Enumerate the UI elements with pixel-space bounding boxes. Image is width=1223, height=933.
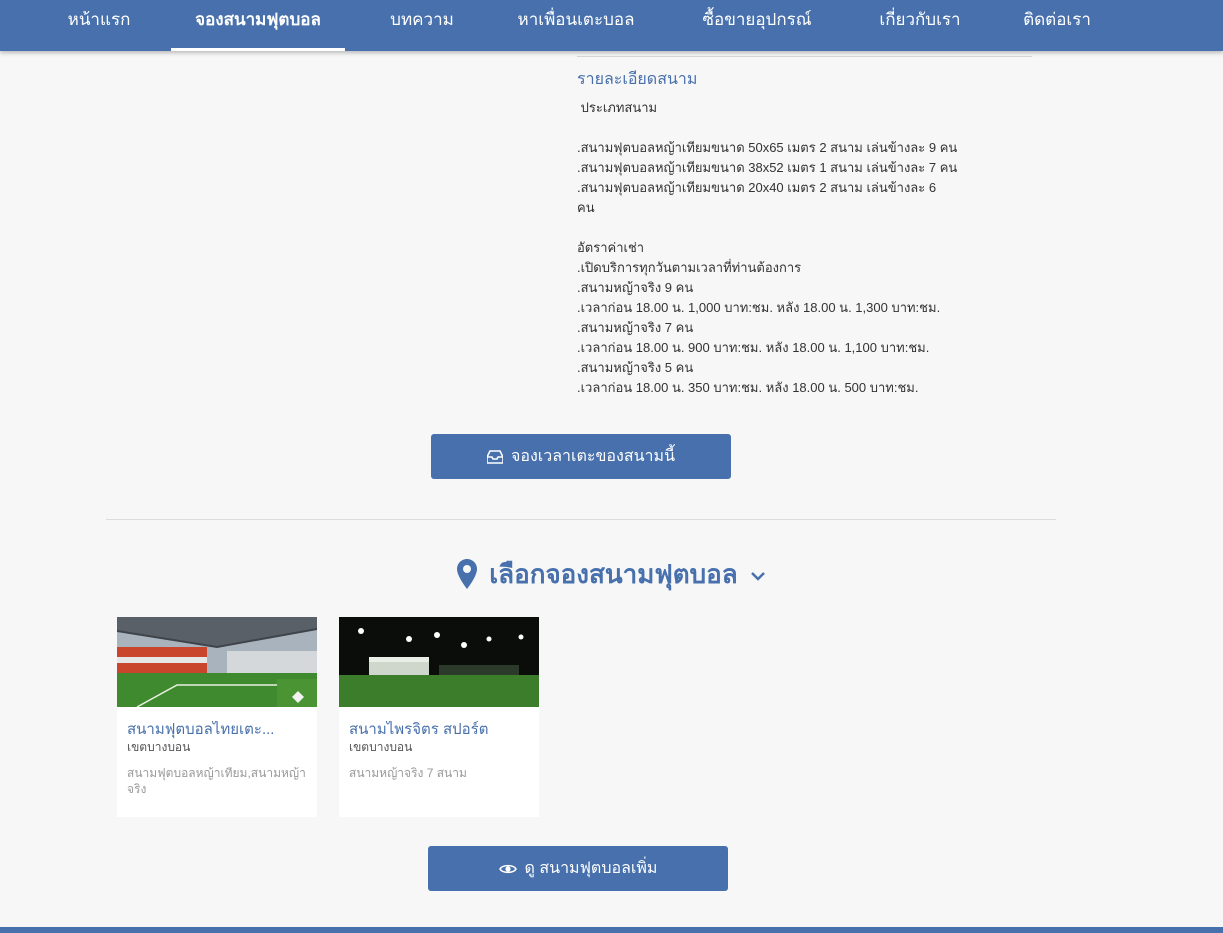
book-time-button[interactable]: จองเวลาเตะของสนามนี้ xyxy=(431,434,731,479)
nav-marketplace[interactable]: ซื้อขายอุปกรณ์ xyxy=(690,0,824,51)
field-card-title[interactable]: สนามไพรจิตร สปอร์ต xyxy=(349,721,529,739)
map-marker-icon xyxy=(457,559,478,589)
inbox-icon xyxy=(486,449,503,464)
book-time-label: จองเวลาเตะของสนามนี้ xyxy=(510,448,676,465)
detail-divider xyxy=(577,56,1032,57)
nav-about[interactable]: เกี่ยวกับเรา xyxy=(868,0,972,51)
field-card-description: สนามหญ้าจริง 7 สนาม xyxy=(349,766,467,780)
nav-book-field[interactable]: จองสนามฟุตบอล xyxy=(171,0,345,51)
field-photo xyxy=(117,617,317,707)
view-more-label: ดู สนามฟุตบอลเพิ่ม xyxy=(524,860,658,877)
detail-heading: รายละเอียดสนาม xyxy=(577,71,698,88)
field-card[interactable]: สนามไพรจิตร สปอร์ต เขตบางบอน สนามหญ้าจริ… xyxy=(339,617,539,817)
field-card-district: เขตบางบอน xyxy=(349,740,413,754)
nav-find-friends[interactable]: หาเพื่อนเตะบอล xyxy=(508,0,644,51)
field-card-district: เขตบางบอน xyxy=(127,740,191,754)
field-card-title[interactable]: สนามฟุตบอลไทยเตะ... xyxy=(127,721,307,739)
section-divider xyxy=(106,519,1056,520)
section-title-text: เลือกจองสนามฟุตบอล xyxy=(489,558,738,589)
field-card[interactable]: สนามฟุตบอลไทยเตะ... เขตบางบอน สนามฟุตบอล… xyxy=(117,617,317,817)
nav-articles[interactable]: บทความ xyxy=(378,0,466,51)
view-more-fields-button[interactable]: ดู สนามฟุตบอลเพิ่ม xyxy=(428,846,728,891)
nav-contact[interactable]: ติดต่อเรา xyxy=(1012,0,1102,51)
field-photo xyxy=(339,617,539,707)
field-card-description: สนามฟุตบอลหญ้าเทียม,สนามหญ้าจริง xyxy=(127,766,306,796)
field-detail: รายละเอียดสนาม ประเภทสนาม .สนามฟุตบอลหญ้… xyxy=(577,68,997,398)
chevron-down-icon[interactable] xyxy=(750,570,766,582)
nav-home[interactable]: หน้าแรก xyxy=(60,0,138,51)
detail-body: ประเภทสนาม .สนามฟุตบอลหญ้าเทียมขนาด 50x6… xyxy=(577,100,958,395)
footer-bar xyxy=(0,927,1223,933)
section-title: เลือกจองสนามฟุตบอล xyxy=(0,554,1223,594)
eye-icon xyxy=(498,864,517,873)
top-navbar: หน้าแรก จองสนามฟุตบอล บทความ หาเพื่อนเตะ… xyxy=(0,0,1223,51)
